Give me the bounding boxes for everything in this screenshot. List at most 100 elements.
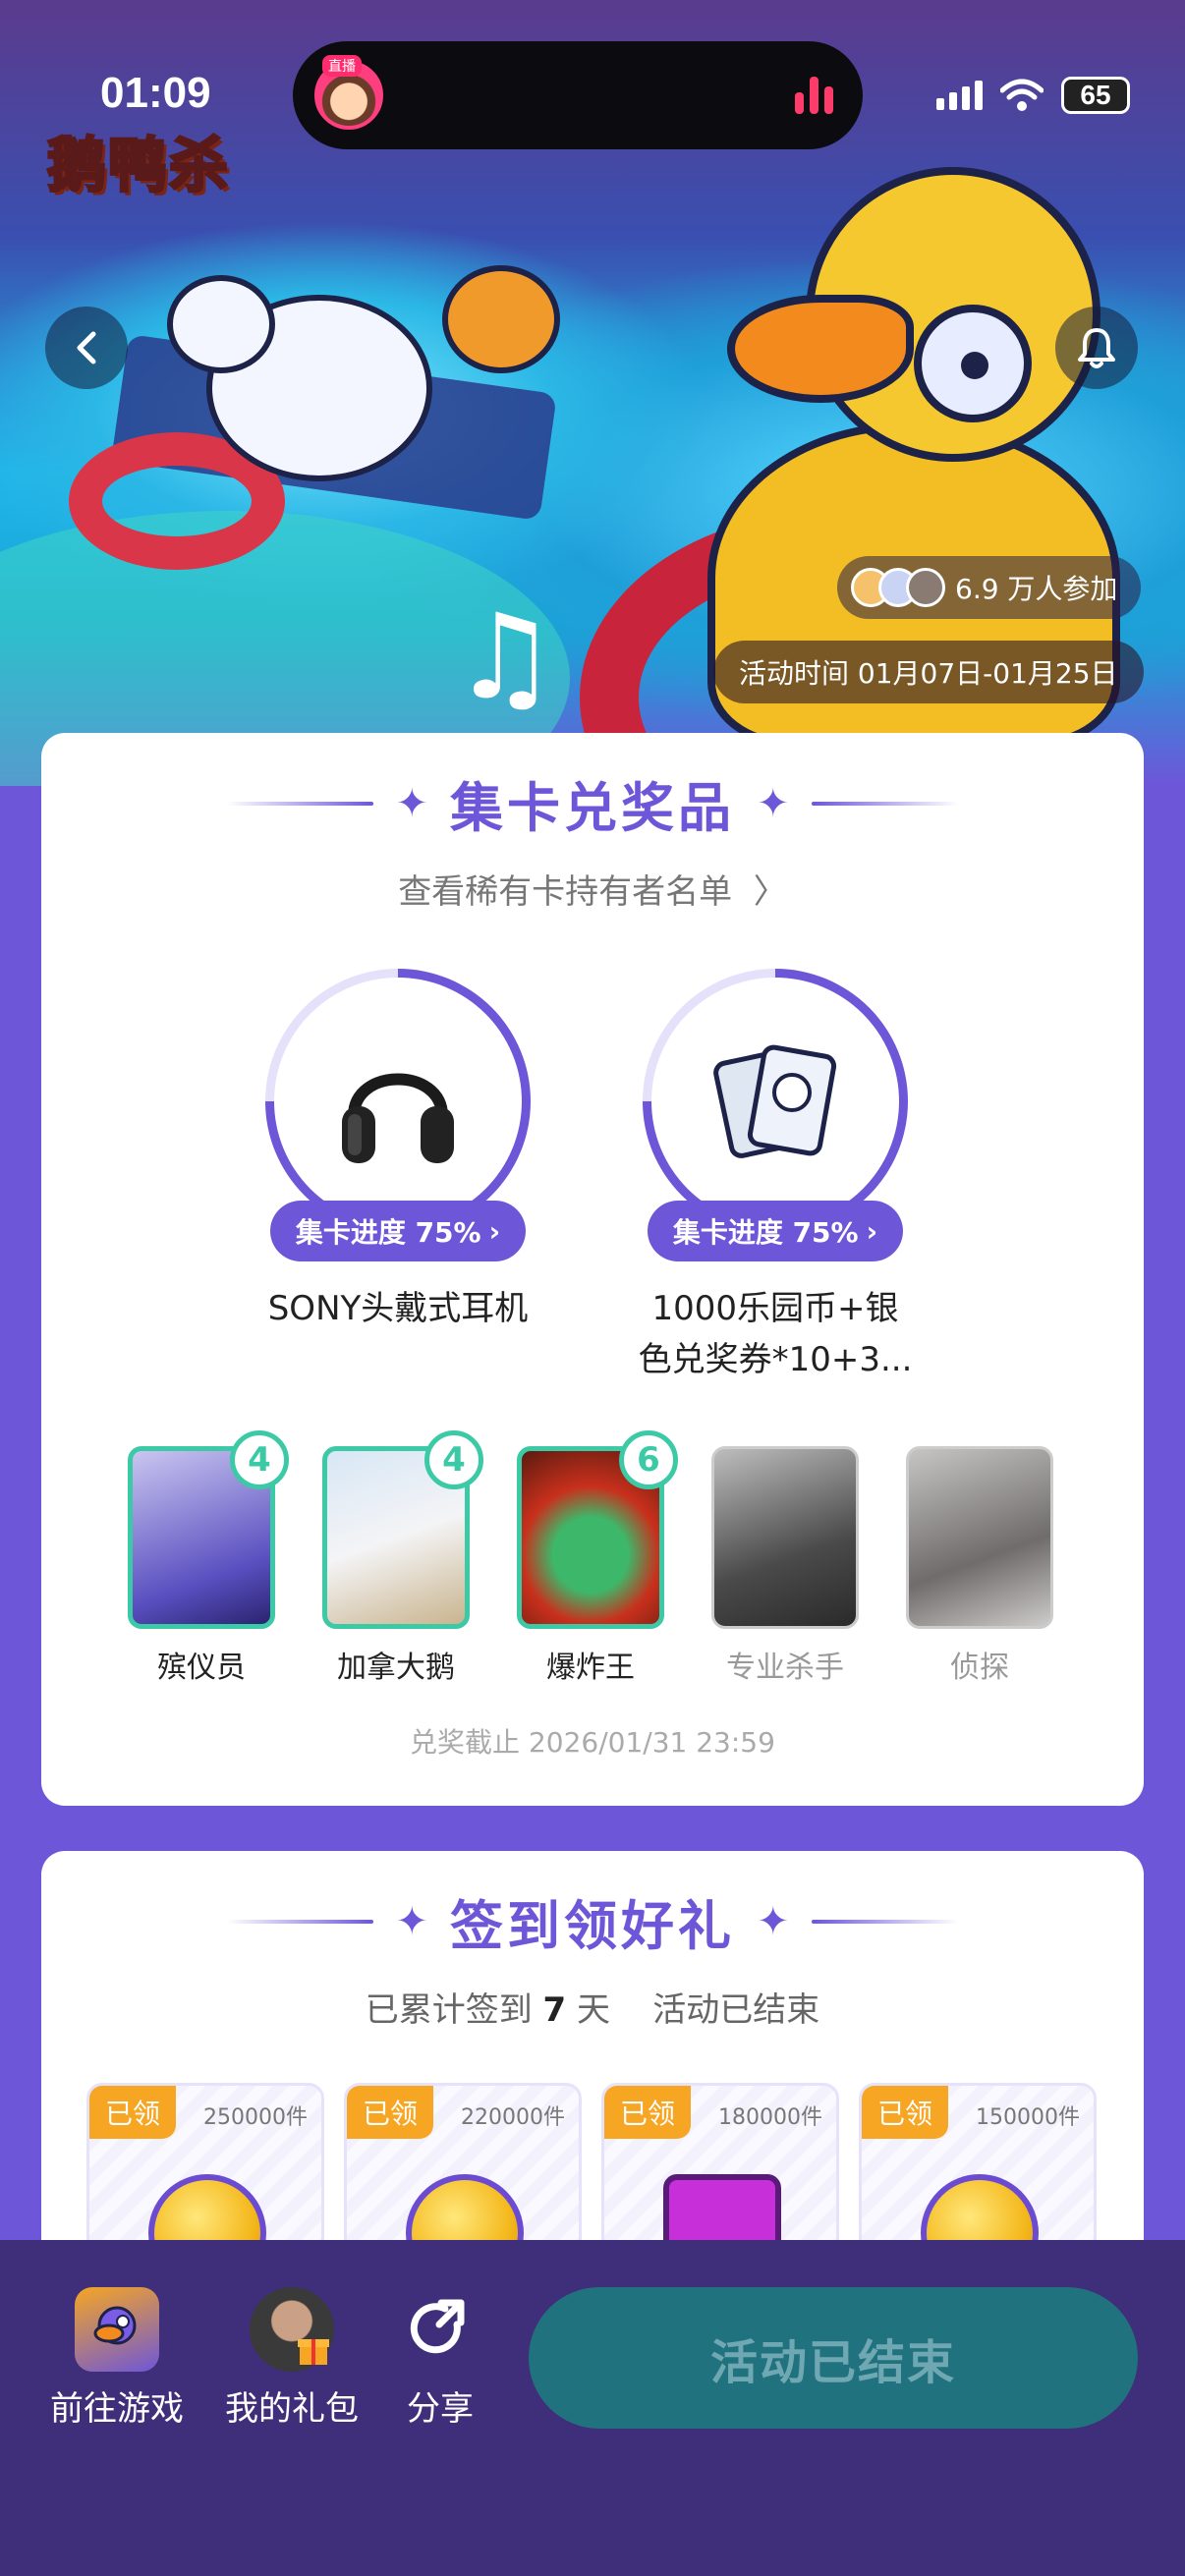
prize-name-line1: 1000乐园币+银	[651, 1289, 899, 1328]
headphones-icon	[342, 1073, 454, 1163]
status-time: 01:09	[100, 69, 211, 117]
gift-avatar-icon	[250, 2287, 334, 2372]
share-label: 分享	[407, 2389, 474, 2429]
gift-quantity: 150000件	[976, 2105, 1080, 2130]
character-card-locked[interactable]: 侦探	[906, 1446, 1053, 1686]
sparkle-icon: ✦	[757, 780, 790, 826]
rare-card-holders-link[interactable]: 查看稀有卡持有者名单 〉	[41, 865, 1144, 913]
card-label: 侦探	[950, 1651, 1009, 1685]
status-indicators: 65	[936, 77, 1130, 114]
gift-icon	[298, 2339, 329, 2365]
prize-image	[274, 978, 522, 1225]
character-card[interactable]: 4 殡仪员	[128, 1430, 289, 1686]
back-button[interactable]	[45, 307, 128, 389]
bottom-action-bar: 前往游戏 我的礼包 分享 活动已结束	[0, 2240, 1185, 2576]
claimed-tag: 已领	[347, 2086, 434, 2139]
prize-progress-ring	[643, 969, 908, 1234]
go-game-button[interactable]: 前往游戏	[45, 2287, 189, 2430]
progress-label: 集卡进度 75%	[295, 1216, 481, 1249]
share-button[interactable]: 分享	[391, 2287, 489, 2430]
progress-pill[interactable]: 集卡进度 75% ›	[270, 1201, 526, 1261]
signal-icon	[936, 81, 983, 110]
sign-in-title: 签到领好礼	[450, 1895, 735, 1957]
duck-icon	[93, 2306, 137, 2345]
share-icon-wrap	[398, 2287, 482, 2372]
card-image	[711, 1446, 859, 1629]
card-count-badge: 6	[619, 1430, 678, 1489]
character-card-locked[interactable]: 专业杀手	[711, 1446, 859, 1686]
chevron-right-icon: ›	[866, 1214, 878, 1248]
redeem-deadline: 兑奖截止 2026/01/31 23:59	[410, 1726, 775, 1759]
go-game-label: 前往游戏	[50, 2389, 184, 2429]
sparkle-icon: ✦	[395, 1898, 428, 1944]
my-gifts-label: 我的礼包	[225, 2389, 359, 2429]
card-label: 殡仪员	[157, 1651, 246, 1685]
character-card[interactable]: 4 加拿大鹅	[322, 1430, 483, 1686]
audio-bars-icon	[795, 77, 833, 114]
card-exchange-title: 集卡兑奖品	[450, 777, 735, 839]
card-count-badge: 4	[424, 1430, 483, 1489]
card-exchange-heading: ✦ 集卡兑奖品 ✦	[41, 764, 1144, 842]
sign-in-summary: 已累计签到 7 天 活动已结束	[41, 1983, 1144, 2031]
chevron-right-icon: ›	[488, 1214, 501, 1248]
prize-park-coins[interactable]: 集卡进度 75% › 1000乐园币+银 色兑奖券*10+3...	[613, 969, 937, 1385]
sign-in-days: 7	[542, 1990, 567, 2030]
game-app-icon	[75, 2287, 159, 2372]
card-count-badge: 4	[230, 1430, 289, 1489]
participant-avatars	[851, 568, 945, 607]
sparkle-icon: ✦	[395, 780, 428, 826]
card-label: 加拿大鹅	[337, 1651, 455, 1685]
gift-quantity: 220000件	[461, 2105, 565, 2130]
progress-label: 集卡进度 75%	[672, 1216, 859, 1249]
prize-image	[651, 978, 899, 1225]
participants-count: 6.9 万人参加	[955, 573, 1118, 605]
card-label: 爆炸王	[546, 1651, 635, 1685]
heading-line-left	[226, 1919, 374, 1924]
sparkle-icon: ✦	[757, 1898, 790, 1944]
character-cards-row: 4 殡仪员 4 加拿大鹅 6 爆炸王 专业杀手 侦探	[128, 1430, 1053, 1686]
sign-in-summary-prefix: 已累计签到	[365, 1990, 533, 2030]
chevron-left-icon	[77, 331, 96, 364]
activity-time-badge: 活动时间 01月07日-01月25日	[713, 641, 1144, 703]
prize-headphones[interactable]: 集卡进度 75% › SONY头戴式耳机	[236, 969, 560, 1334]
heading-line-left	[226, 801, 374, 806]
claimed-tag: 已领	[604, 2086, 692, 2139]
sign-in-summary-suffix: 天	[577, 1990, 611, 2030]
prize-name-line2: 色兑奖券*10+3...	[638, 1340, 913, 1379]
claimed-tag: 已领	[89, 2086, 177, 2139]
bell-icon	[1078, 328, 1115, 368]
character-card[interactable]: 6 爆炸王	[517, 1430, 678, 1686]
music-note-icon: ♫	[452, 589, 558, 726]
claimed-tag: 已领	[862, 2086, 949, 2139]
card-exchange-panel: ✦ 集卡兑奖品 ✦ 查看稀有卡持有者名单 〉 集卡进度 75% › SONY头戴…	[41, 733, 1144, 1806]
battery-indicator: 65	[1061, 77, 1130, 114]
progress-pill[interactable]: 集卡进度 75% ›	[648, 1201, 903, 1261]
ticket-icon	[713, 1044, 837, 1158]
card-label: 专业杀手	[726, 1651, 844, 1685]
gift-quantity: 180000件	[718, 2105, 822, 2130]
rare-card-holders-label: 查看稀有卡持有者名单	[398, 872, 733, 912]
my-gifts-button[interactable]: 我的礼包	[220, 2287, 364, 2430]
hero-goose-head	[167, 275, 275, 373]
sign-in-status: 活动已结束	[652, 1990, 820, 2030]
prize-name: 1000乐园币+银 色兑奖券*10+3...	[613, 1283, 937, 1385]
share-icon	[410, 2299, 465, 2354]
card-image	[906, 1446, 1053, 1629]
dynamic-island[interactable]: 直播	[293, 41, 863, 149]
heading-line-right	[811, 801, 959, 806]
game-logo: 鹅鸭杀	[46, 131, 230, 202]
heading-line-right	[811, 1919, 959, 1924]
hero-small-duck	[442, 265, 560, 373]
live-tag: 直播	[322, 55, 362, 77]
notification-button[interactable]	[1055, 307, 1138, 389]
gift-quantity: 250000件	[203, 2105, 308, 2130]
prize-name: SONY头戴式耳机	[267, 1289, 529, 1328]
participants-badge: 6.9 万人参加	[837, 556, 1142, 619]
sign-in-heading: ✦ 签到领好礼 ✦	[41, 1882, 1144, 1960]
prize-progress-ring	[265, 969, 531, 1234]
activity-ended-button[interactable]: 活动已结束	[529, 2287, 1138, 2429]
chevron-right-icon: 〉	[743, 872, 787, 912]
hero-duck-eye	[914, 305, 1032, 422]
wifi-icon	[1000, 79, 1044, 111]
hero-duck-beak	[727, 295, 914, 403]
